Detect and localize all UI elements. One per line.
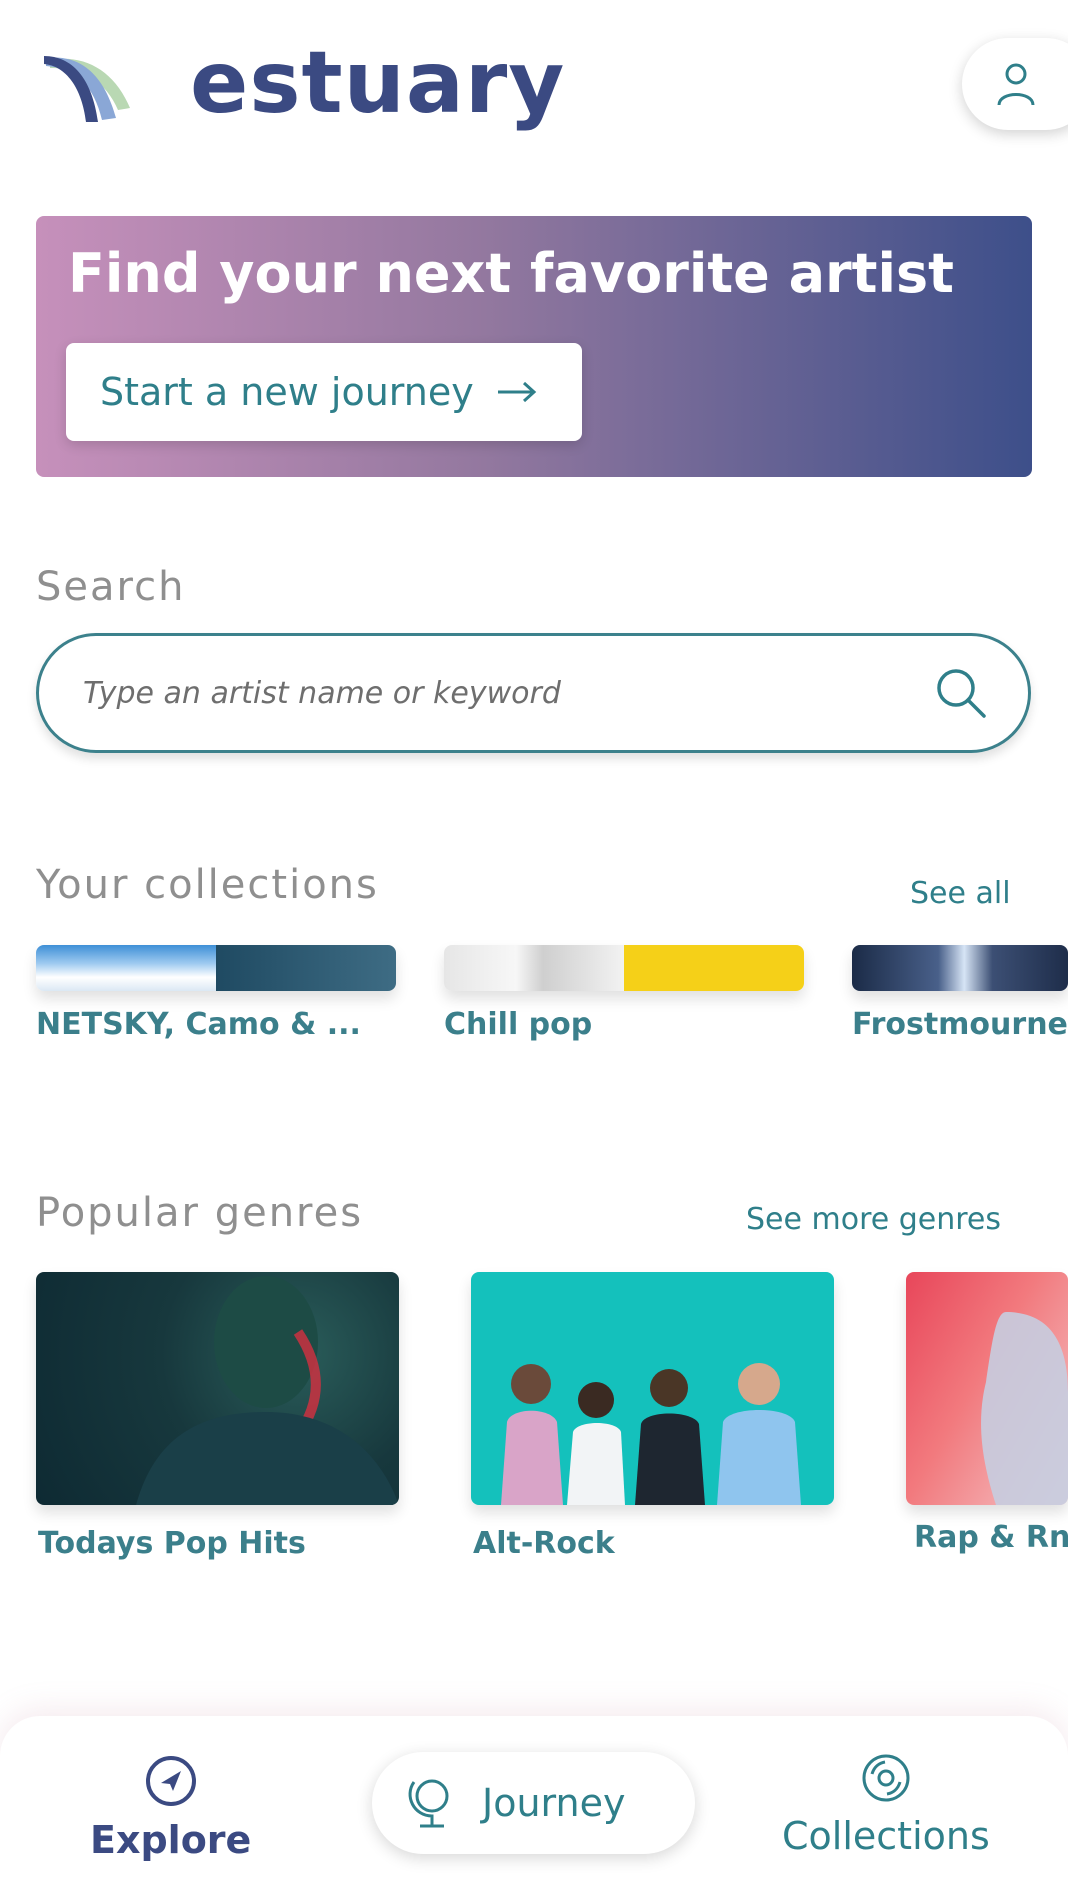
genre-image: [471, 1272, 834, 1505]
header: estuary: [0, 0, 1068, 160]
album-art: [852, 945, 1068, 991]
artist-silhouette: [136, 1276, 399, 1505]
genre-image: [906, 1272, 1068, 1505]
nav-explore-label: Explore: [90, 1818, 252, 1862]
album-art: [444, 945, 624, 991]
collection-card[interactable]: NETSKY, Camo & ...: [36, 945, 396, 1042]
genre-card[interactable]: Alt-Rock: [471, 1272, 834, 1561]
band-photo: [501, 1363, 801, 1505]
hero-banner: Find your next favorite artist Start a n…: [36, 216, 1032, 477]
see-all-collections-link[interactable]: See all: [910, 876, 1011, 911]
search-input[interactable]: [83, 675, 883, 711]
genre-name: Alt-Rock: [473, 1526, 615, 1561]
nav-explore[interactable]: Explore: [90, 1754, 251, 1862]
disc-icon: [862, 1754, 910, 1802]
search-icon[interactable]: [934, 666, 988, 720]
nav-collections-label: Collections: [782, 1814, 990, 1858]
genre-card[interactable]: Rap & RnB: [906, 1272, 1068, 1555]
collection-name: NETSKY, Camo & ...: [36, 1007, 361, 1042]
genre-name: Rap & RnB: [914, 1520, 1068, 1555]
collection-name: Chill pop: [444, 1007, 593, 1042]
nav-collections[interactable]: Collections: [782, 1752, 990, 1858]
album-art: [216, 945, 396, 991]
album-art: [36, 945, 216, 991]
genre-image: [36, 1272, 399, 1505]
globe-icon: [408, 1779, 449, 1828]
hero-title: Find your next favorite artist: [68, 242, 954, 305]
profile-button[interactable]: [962, 38, 1068, 130]
collection-name: Frostmourne: [852, 1007, 1068, 1042]
start-journey-button[interactable]: Start a new journey: [66, 343, 582, 441]
artist-silhouette: [981, 1312, 1068, 1505]
collection-thumbnail: [36, 945, 396, 991]
search-label: Search: [36, 564, 186, 610]
collection-thumbnail: [444, 945, 804, 991]
start-journey-label: Start a new journey: [100, 370, 474, 414]
collections-section-title: Your collections: [36, 862, 379, 908]
nav-journey-label: Journey: [482, 1781, 626, 1825]
user-icon: [997, 63, 1035, 106]
see-more-genres-link[interactable]: See more genres: [746, 1202, 1001, 1237]
collection-card[interactable]: Chill pop: [444, 945, 804, 1042]
logo-mark-icon: [44, 56, 130, 122]
album-art: [624, 945, 804, 991]
search-bar: [36, 633, 1031, 753]
nav-journey[interactable]: Journey: [372, 1752, 695, 1854]
compass-icon: [145, 1756, 196, 1806]
genres-section-title: Popular genres: [36, 1190, 364, 1236]
genre-card[interactable]: Todays Pop Hits: [36, 1272, 399, 1561]
bottom-navigation: Explore Journey Collections: [0, 1716, 1068, 1896]
collection-thumbnail: [852, 945, 1068, 991]
brand-wordmark: estuary: [190, 33, 566, 133]
collection-card[interactable]: Frostmourne: [852, 945, 1068, 1042]
genre-name: Todays Pop Hits: [38, 1526, 306, 1561]
arrow-right-icon: [497, 381, 536, 403]
